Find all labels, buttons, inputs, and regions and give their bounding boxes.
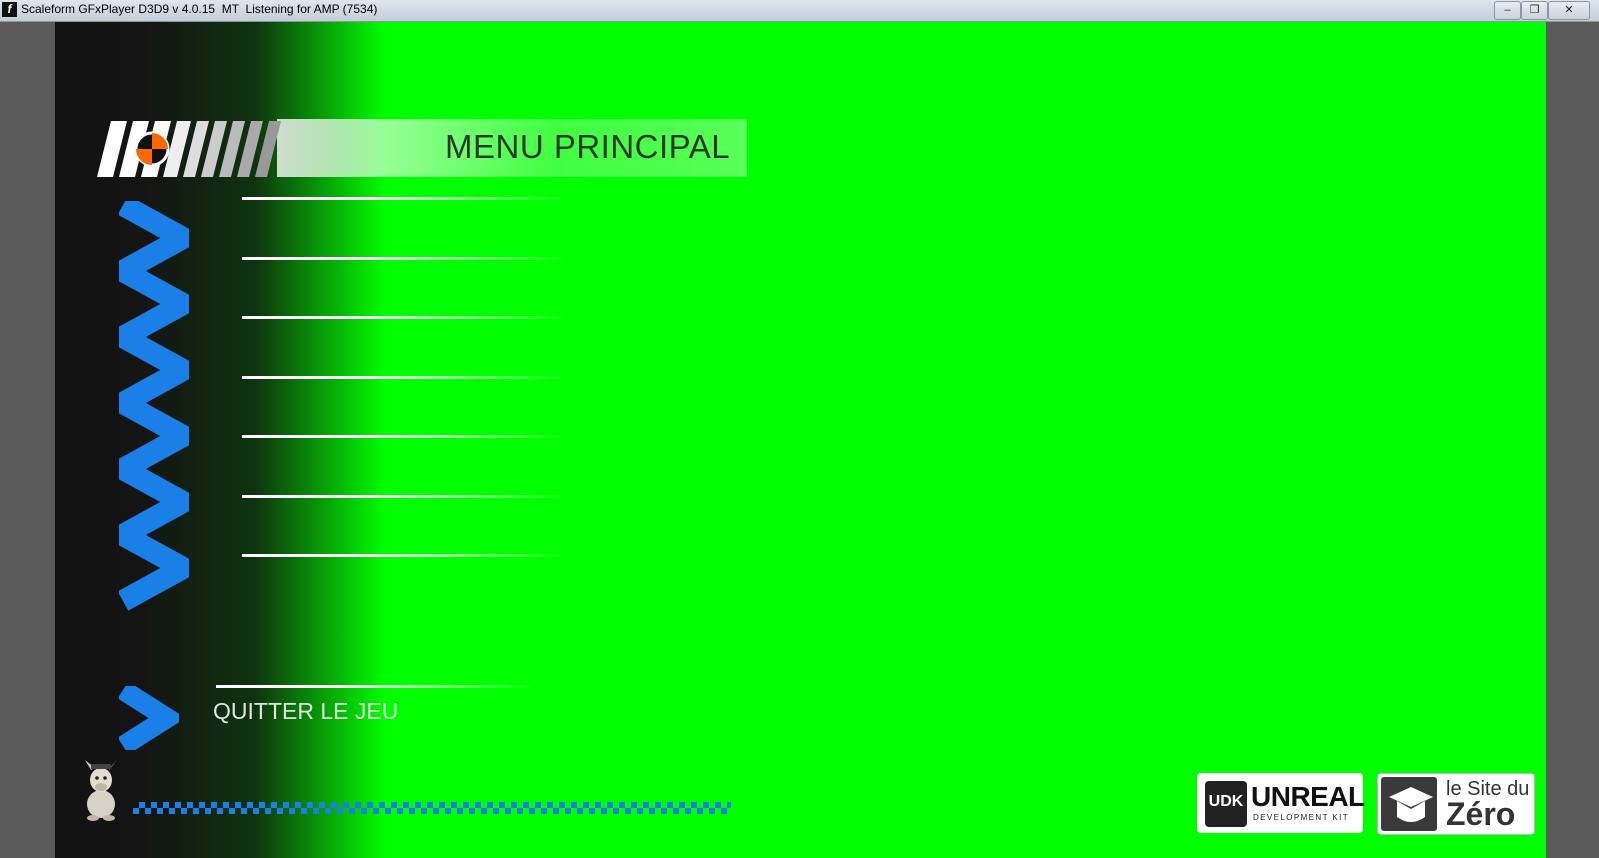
udk-wordmark: UNREAL [1251,781,1365,812]
donkey-mascot-icon [85,760,117,821]
quit-chevron-icon [119,686,179,750]
menu-item-line[interactable] [242,554,572,557]
udk-subtitle: DEVELOPMENT KIT [1253,813,1349,822]
graduation-cap-icon [1381,777,1437,831]
page-title: MENU PRINCIPAL [445,128,731,165]
menu-item-line[interactable] [242,257,572,260]
menu-item-line[interactable] [242,495,572,498]
site-du-zero-logo: le Site du Zéro [1377,773,1535,835]
window-titlebar: f Scaleform GFxPlayer D3D9 v 4.0.15 MT L… [0,0,1599,22]
minimize-button[interactable]: – [1494,1,1521,20]
checkered-progress-strip [133,802,731,814]
header-stripes-logo-icon [97,121,281,177]
menu-item-line[interactable] [242,376,572,379]
menu-item-line[interactable] [242,197,572,200]
quit-game-button[interactable]: QUITTER LE JEU [213,698,398,725]
menu-item-line[interactable] [242,435,572,438]
udk-badge: UDK [1205,781,1247,827]
game-stage: MENU PRINCIPAL QUITTER LE JEU UDK UNREAL [55,22,1546,858]
sdz-line-2: Zéro [1446,796,1516,832]
unreal-development-kit-logo: UDK UNREAL DEVELOPMENT KIT [1197,773,1365,833]
menu-zigzag-icon [119,201,189,611]
close-button[interactable]: ✕ [1548,1,1590,20]
quit-item-line[interactable] [216,685,536,688]
menu-item-line[interactable] [242,316,572,319]
restore-button[interactable]: ❐ [1521,1,1548,20]
window-title: Scaleform GFxPlayer D3D9 v 4.0.15 MT Lis… [21,2,378,16]
app-icon: f [2,2,17,17]
